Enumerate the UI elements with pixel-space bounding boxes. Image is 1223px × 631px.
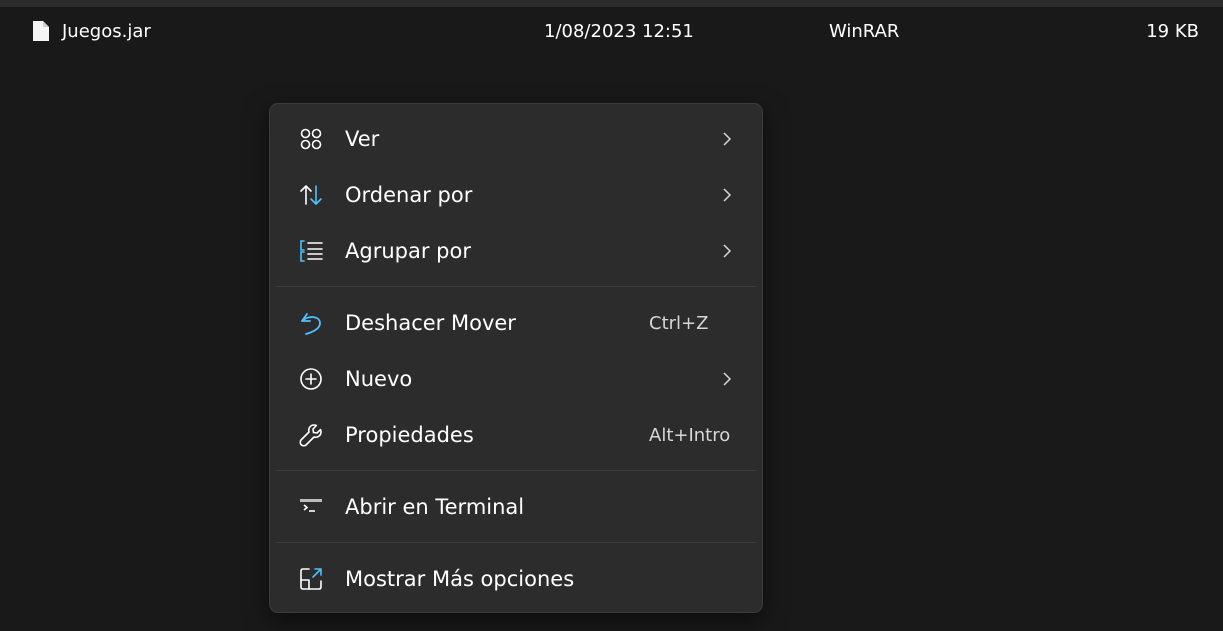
menu-item-show-more-options[interactable]: Mostrar Más opciones: [276, 553, 756, 605]
window-top-edge: [0, 0, 1223, 7]
add-circle-icon: [298, 366, 324, 392]
menu-item-undo-move[interactable]: Deshacer Mover Ctrl+Z: [276, 297, 756, 349]
chevron-right-icon: [720, 186, 734, 204]
menu-item-label: Mostrar Más opciones: [345, 567, 575, 591]
file-row[interactable]: Juegos.jar 1/08/2023 12:51 WinRAR 19 KB: [0, 7, 1223, 57]
menu-separator: [276, 470, 756, 471]
chevron-right-icon: [720, 242, 734, 260]
context-menu: Ver Ordenar por Agrupar por Deshacer Mov…: [269, 103, 763, 613]
menu-item-group-by[interactable]: Agrupar por: [276, 225, 756, 277]
file-date-modified: 1/08/2023 12:51: [544, 21, 694, 42]
menu-item-label: Ordenar por: [345, 183, 473, 207]
grid-view-icon: [298, 126, 324, 152]
group-list-icon: [298, 238, 324, 264]
menu-item-label: Nuevo: [345, 367, 413, 391]
menu-separator: [276, 286, 756, 287]
menu-item-label: Agrupar por: [345, 239, 471, 263]
chevron-right-icon: [720, 370, 734, 388]
more-options-icon: [298, 566, 324, 592]
sort-arrows-icon: [298, 182, 324, 208]
file-size: 19 KB: [1146, 21, 1199, 42]
menu-item-label: Abrir en Terminal: [345, 495, 525, 519]
file-name[interactable]: Juegos.jar: [62, 20, 151, 44]
menu-item-shortcut: Alt+Intro: [649, 425, 731, 446]
menu-item-properties[interactable]: Propiedades Alt+Intro: [276, 409, 756, 461]
menu-item-sort-by[interactable]: Ordenar por: [276, 169, 756, 221]
menu-item-label: Propiedades: [345, 423, 474, 447]
wrench-icon: [298, 422, 324, 448]
menu-item-shortcut: Ctrl+Z: [649, 313, 709, 334]
document-icon: [32, 20, 50, 42]
terminal-icon: [298, 494, 324, 520]
file-type: WinRAR: [829, 21, 900, 42]
chevron-right-icon: [720, 130, 734, 148]
menu-item-open-terminal[interactable]: Abrir en Terminal: [276, 481, 756, 533]
menu-item-new[interactable]: Nuevo: [276, 353, 756, 405]
menu-item-label: Deshacer Mover: [345, 311, 516, 335]
menu-separator: [276, 542, 756, 543]
menu-item-view[interactable]: Ver: [276, 113, 756, 165]
menu-item-label: Ver: [345, 127, 380, 151]
undo-icon: [298, 310, 324, 336]
